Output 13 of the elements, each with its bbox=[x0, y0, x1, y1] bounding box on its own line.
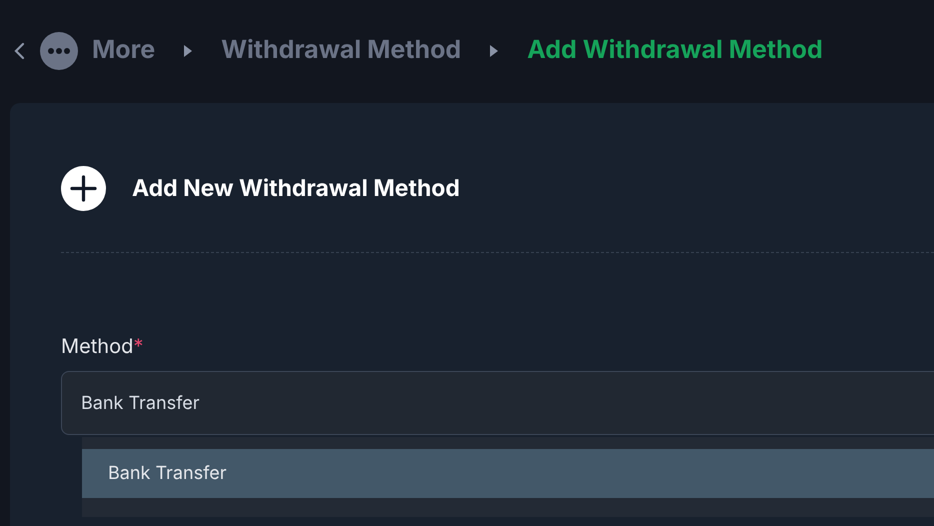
required-icon: * bbox=[133, 331, 144, 361]
breadcrumb-link[interactable]: Add Withdrawal Method bbox=[527, 32, 823, 70]
more-icon bbox=[40, 32, 78, 70]
field-label: Method bbox=[61, 333, 134, 360]
chevron-icon bbox=[489, 44, 500, 58]
back-icon[interactable] bbox=[12, 40, 26, 60]
add-icon bbox=[61, 166, 106, 210]
breadcrumb-link[interactable]: More bbox=[92, 32, 156, 70]
card-title: Add New Withdrawal Method bbox=[132, 172, 460, 204]
breadcrumb-link[interactable]: Withdrawal Method bbox=[221, 32, 462, 70]
chevron-icon bbox=[183, 44, 194, 58]
method-select[interactable]: Bank Transfer bbox=[61, 371, 934, 435]
dropdown-option[interactable]: Bank Transfer bbox=[82, 449, 934, 498]
